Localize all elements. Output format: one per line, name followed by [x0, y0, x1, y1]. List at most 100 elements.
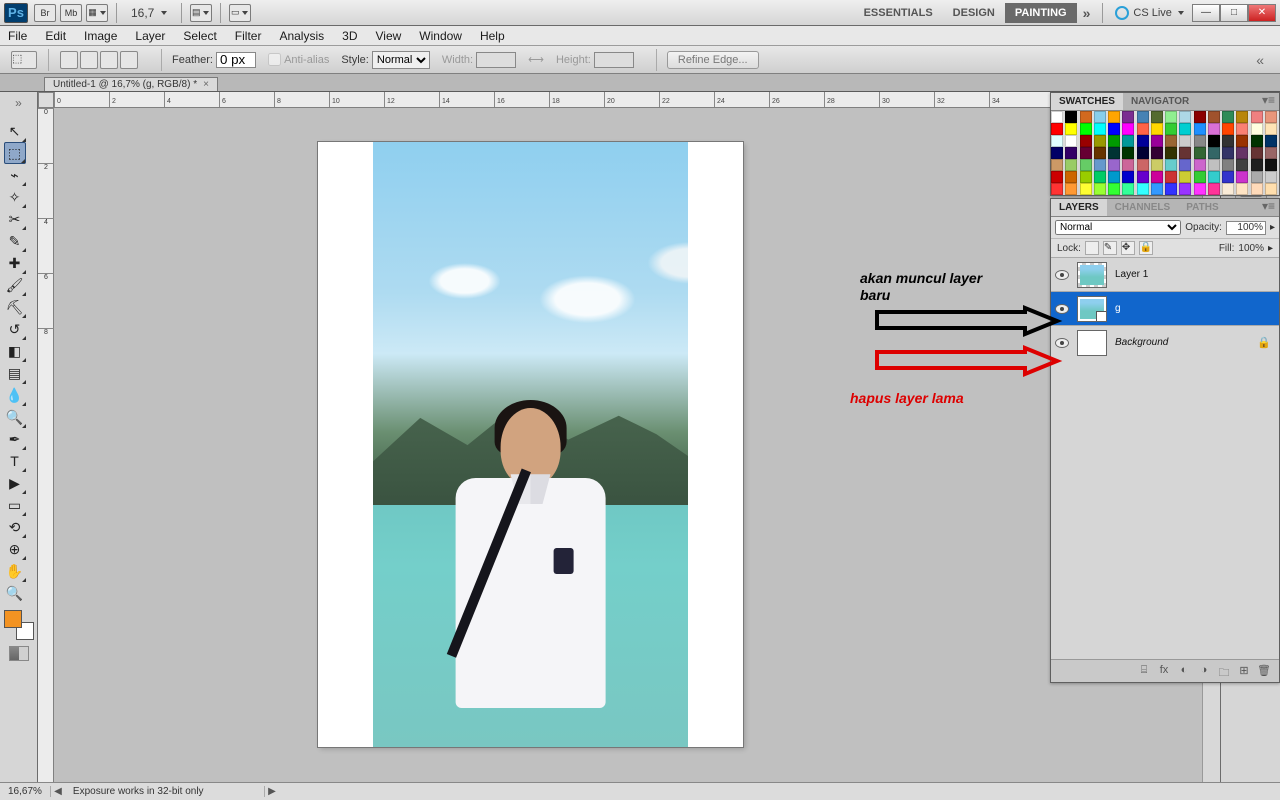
- swatch[interactable]: [1222, 123, 1234, 135]
- intersect-selection-icon[interactable]: [120, 51, 138, 69]
- feather-input[interactable]: [216, 52, 256, 68]
- swatch[interactable]: [1094, 159, 1106, 171]
- vertical-ruler[interactable]: 02468: [38, 108, 54, 782]
- quickmask-toggle[interactable]: [9, 646, 29, 661]
- swatch[interactable]: [1051, 111, 1063, 123]
- view-extras-icon[interactable]: ▦: [86, 4, 108, 22]
- layer-name[interactable]: g: [1115, 303, 1121, 314]
- layer-thumbnail[interactable]: [1077, 296, 1107, 322]
- layers-tab[interactable]: LAYERS: [1051, 199, 1107, 216]
- opacity-input[interactable]: 100%: [1226, 221, 1266, 235]
- swatch[interactable]: [1094, 147, 1106, 159]
- swatch[interactable]: [1208, 159, 1220, 171]
- swatch[interactable]: [1108, 171, 1120, 183]
- swatch[interactable]: [1065, 135, 1077, 147]
- swatch[interactable]: [1179, 159, 1191, 171]
- document-tab[interactable]: Untitled-1 @ 16,7% (g, RGB/8) *×: [44, 77, 218, 91]
- swatch[interactable]: [1122, 111, 1134, 123]
- swatch[interactable]: [1236, 135, 1248, 147]
- swatch[interactable]: [1179, 135, 1191, 147]
- menu-select[interactable]: Select: [183, 29, 216, 43]
- swatch[interactable]: [1208, 135, 1220, 147]
- swatch[interactable]: [1108, 135, 1120, 147]
- swatch[interactable]: [1236, 147, 1248, 159]
- swatch[interactable]: [1080, 171, 1092, 183]
- swatch[interactable]: [1208, 171, 1220, 183]
- panel-menu-icon[interactable]: ▾≡: [1258, 199, 1279, 216]
- swatch[interactable]: [1122, 159, 1134, 171]
- visibility-toggle[interactable]: [1051, 270, 1073, 280]
- swatch[interactable]: [1251, 123, 1263, 135]
- swatch[interactable]: [1065, 147, 1077, 159]
- hand-tool-icon[interactable]: ✋: [4, 560, 26, 582]
- layer-row[interactable]: g: [1051, 291, 1279, 325]
- swatch[interactable]: [1265, 159, 1277, 171]
- blend-mode-select[interactable]: Normal: [1055, 220, 1181, 235]
- healing-brush-tool-icon[interactable]: ✚: [4, 252, 26, 274]
- new-selection-icon[interactable]: [60, 51, 78, 69]
- clone-stamp-tool-icon[interactable]: ⛏: [4, 296, 26, 318]
- screen-mode-icon[interactable]: ▭: [229, 4, 251, 22]
- collapse-panels-icon[interactable]: «: [1256, 52, 1264, 68]
- navigator-tab[interactable]: NAVIGATOR: [1123, 93, 1197, 110]
- magic-wand-tool-icon[interactable]: ✧: [4, 186, 26, 208]
- path-select-tool-icon[interactable]: ▶: [4, 472, 26, 494]
- minibridge-icon[interactable]: Mb: [60, 4, 82, 22]
- channels-tab[interactable]: CHANNELS: [1107, 199, 1179, 216]
- status-prev-icon[interactable]: ◀: [51, 786, 65, 797]
- swatch[interactable]: [1080, 123, 1092, 135]
- swatch[interactable]: [1194, 183, 1206, 195]
- style-select[interactable]: Normal: [372, 51, 430, 69]
- dodge-tool-icon[interactable]: 🔍: [4, 406, 26, 428]
- swatch[interactable]: [1165, 171, 1177, 183]
- horizontal-ruler[interactable]: 0246810121416182022242628303234: [54, 92, 1202, 108]
- add-selection-icon[interactable]: [80, 51, 98, 69]
- lock-image-icon[interactable]: ✎: [1103, 241, 1117, 255]
- swatch[interactable]: [1080, 111, 1092, 123]
- menu-layer[interactable]: Layer: [135, 29, 165, 43]
- swatch[interactable]: [1051, 171, 1063, 183]
- layer-row[interactable]: Layer 1: [1051, 257, 1279, 291]
- delete-layer-icon[interactable]: 🗑: [1255, 664, 1273, 678]
- refine-edge-button[interactable]: Refine Edge...: [667, 51, 759, 69]
- brush-tool-icon[interactable]: 🖌: [4, 274, 26, 296]
- swatch[interactable]: [1236, 111, 1248, 123]
- maximize-button[interactable]: □: [1220, 4, 1248, 22]
- swatch[interactable]: [1137, 183, 1149, 195]
- swatch[interactable]: [1051, 183, 1063, 195]
- swatch[interactable]: [1222, 183, 1234, 195]
- swatch[interactable]: [1137, 111, 1149, 123]
- marquee-tool-icon[interactable]: ⬚: [4, 142, 26, 164]
- new-layer-icon[interactable]: ⊞: [1235, 664, 1253, 678]
- shape-tool-icon[interactable]: ▭: [4, 494, 26, 516]
- blur-tool-icon[interactable]: 💧: [4, 384, 26, 406]
- lock-position-icon[interactable]: ✥: [1121, 241, 1135, 255]
- swatch[interactable]: [1236, 171, 1248, 183]
- swatch[interactable]: [1179, 147, 1191, 159]
- document-canvas[interactable]: [318, 142, 743, 747]
- swatch[interactable]: [1251, 147, 1263, 159]
- swatch[interactable]: [1151, 135, 1163, 147]
- swatch[interactable]: [1151, 171, 1163, 183]
- swatch[interactable]: [1137, 135, 1149, 147]
- swatch[interactable]: [1151, 111, 1163, 123]
- swatch[interactable]: [1122, 183, 1134, 195]
- swatch[interactable]: [1108, 159, 1120, 171]
- status-zoom[interactable]: 16,67%: [0, 786, 51, 797]
- swatch[interactable]: [1236, 183, 1248, 195]
- swatch[interactable]: [1179, 123, 1191, 135]
- swatch[interactable]: [1108, 111, 1120, 123]
- paths-tab[interactable]: PATHS: [1178, 199, 1226, 216]
- lock-transparency-icon[interactable]: [1085, 241, 1099, 255]
- marquee-tool-preset-icon[interactable]: ⬚: [11, 51, 37, 69]
- swatch[interactable]: [1137, 147, 1149, 159]
- swatch[interactable]: [1222, 159, 1234, 171]
- 3d-camera-tool-icon[interactable]: ⊕: [4, 538, 26, 560]
- swatch[interactable]: [1208, 111, 1220, 123]
- layer-thumbnail[interactable]: [1077, 262, 1107, 288]
- link-layers-icon[interactable]: ⌸: [1135, 664, 1153, 678]
- swatch[interactable]: [1094, 135, 1106, 147]
- swatch[interactable]: [1051, 123, 1063, 135]
- swatch[interactable]: [1080, 135, 1092, 147]
- swatch[interactable]: [1051, 135, 1063, 147]
